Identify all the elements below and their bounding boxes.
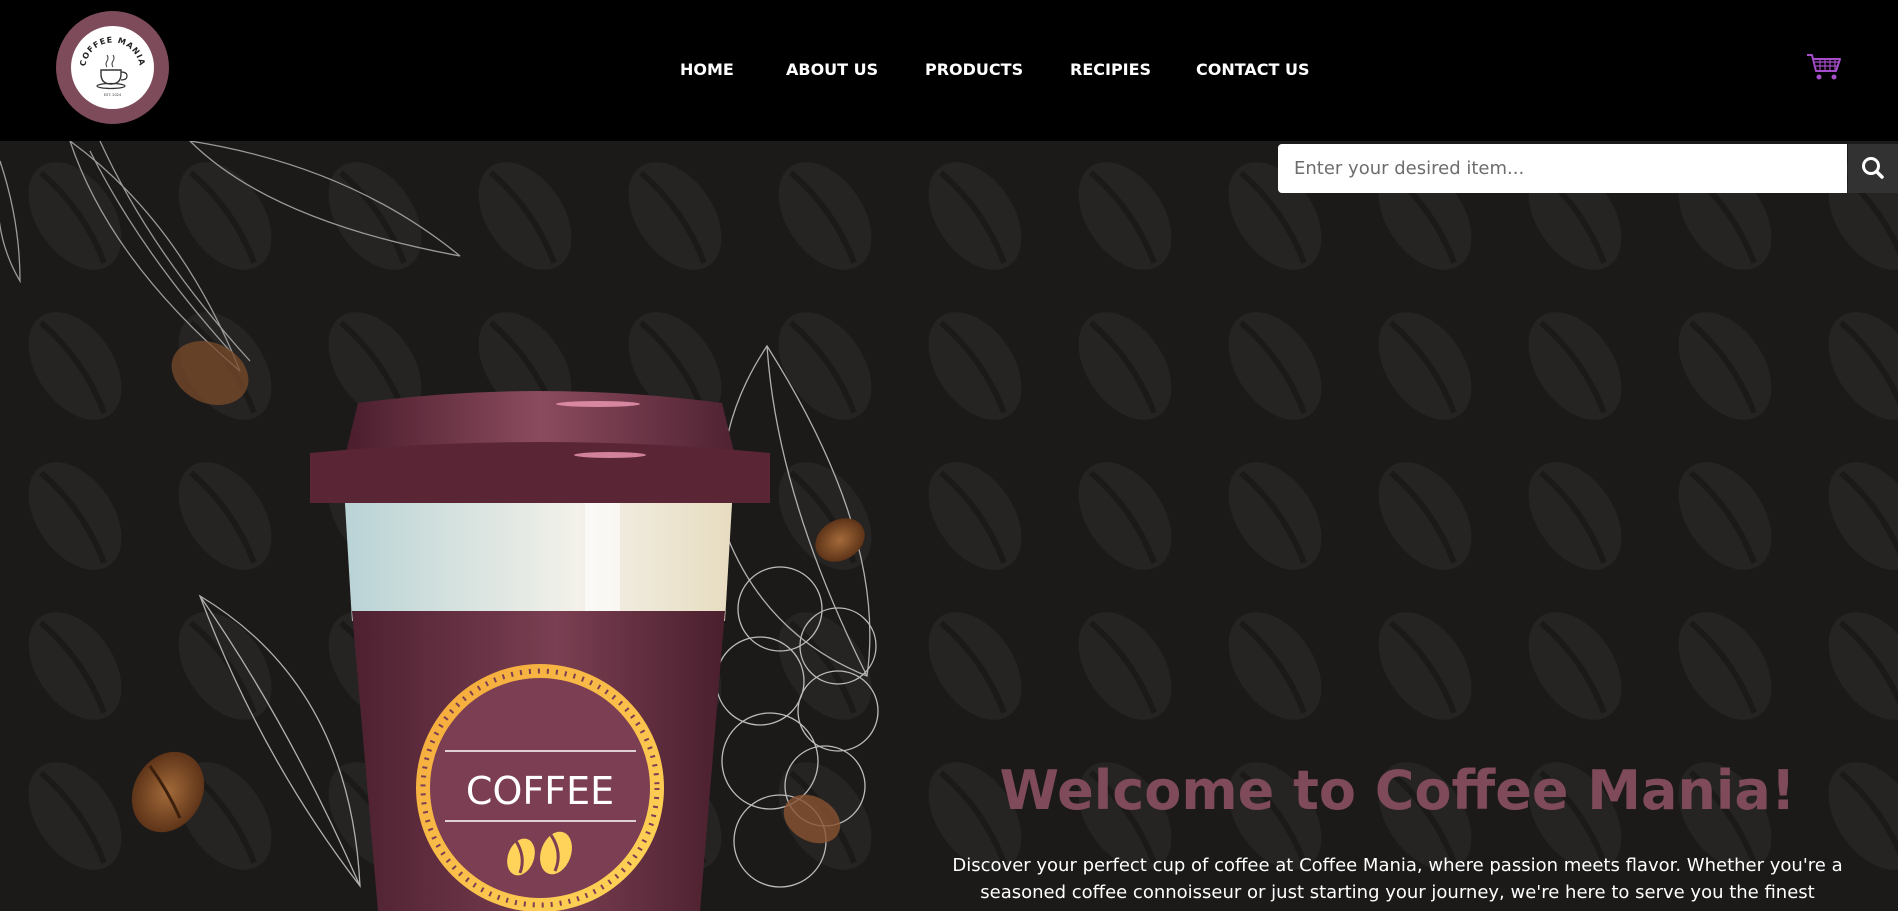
search-bar (1278, 144, 1898, 193)
site-header: COFFEE MANIA EST. 2024 HOME ABOUT US PRO… (0, 0, 1898, 141)
cup-label: COFFEE (466, 769, 614, 813)
logo-sub-text: EST. 2024 (104, 93, 122, 97)
search-icon (1862, 157, 1884, 179)
nav-recipies[interactable]: RECIPIES (1070, 60, 1151, 79)
main-nav: HOME ABOUT US PRODUCTS RECIPIES CONTACT … (0, 60, 1898, 84)
nav-contact-us[interactable]: CONTACT US (1196, 60, 1310, 79)
hero-section: COFFEE Welcome to Coffee Mania! Discover… (0, 141, 1898, 911)
hero-description: Discover your perfect cup of coffee at C… (952, 855, 1843, 911)
shopping-cart-icon[interactable] (1806, 52, 1842, 82)
hero-title: Welcome to Coffee Mania! (999, 759, 1796, 822)
nav-home[interactable]: HOME (680, 60, 734, 79)
search-button[interactable] (1848, 144, 1898, 193)
search-input[interactable] (1278, 144, 1847, 193)
nav-about-us[interactable]: ABOUT US (786, 60, 878, 79)
nav-products[interactable]: PRODUCTS (925, 60, 1023, 79)
